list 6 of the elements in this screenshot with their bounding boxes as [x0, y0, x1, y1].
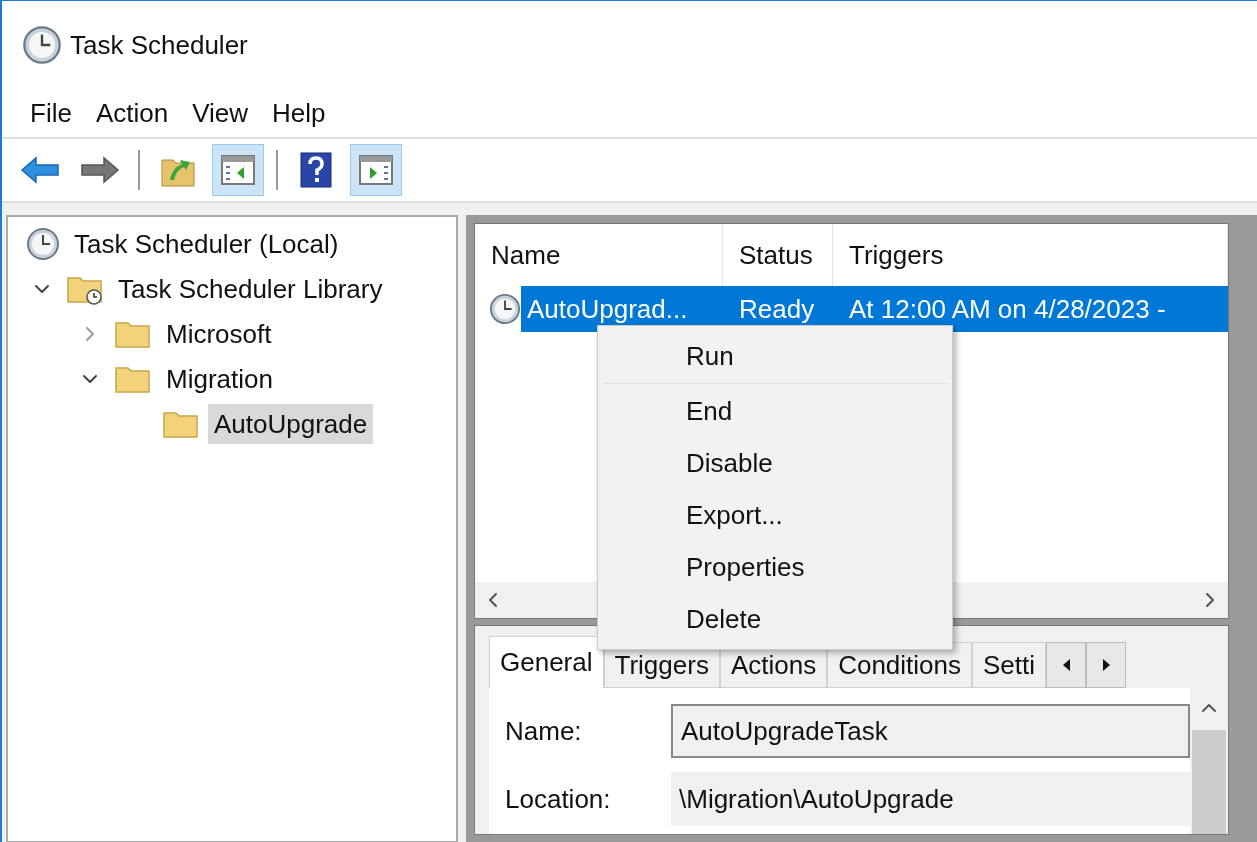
- window-title: Task Scheduler: [70, 28, 248, 62]
- task-triggers: At 12:00 AM on 4/28/2023 -: [848, 292, 1166, 326]
- field-label: Location:: [504, 782, 612, 816]
- task-status: Ready: [738, 292, 816, 326]
- field-label: Name:: [504, 714, 583, 748]
- task-name: AutoUpgrad...: [526, 292, 689, 326]
